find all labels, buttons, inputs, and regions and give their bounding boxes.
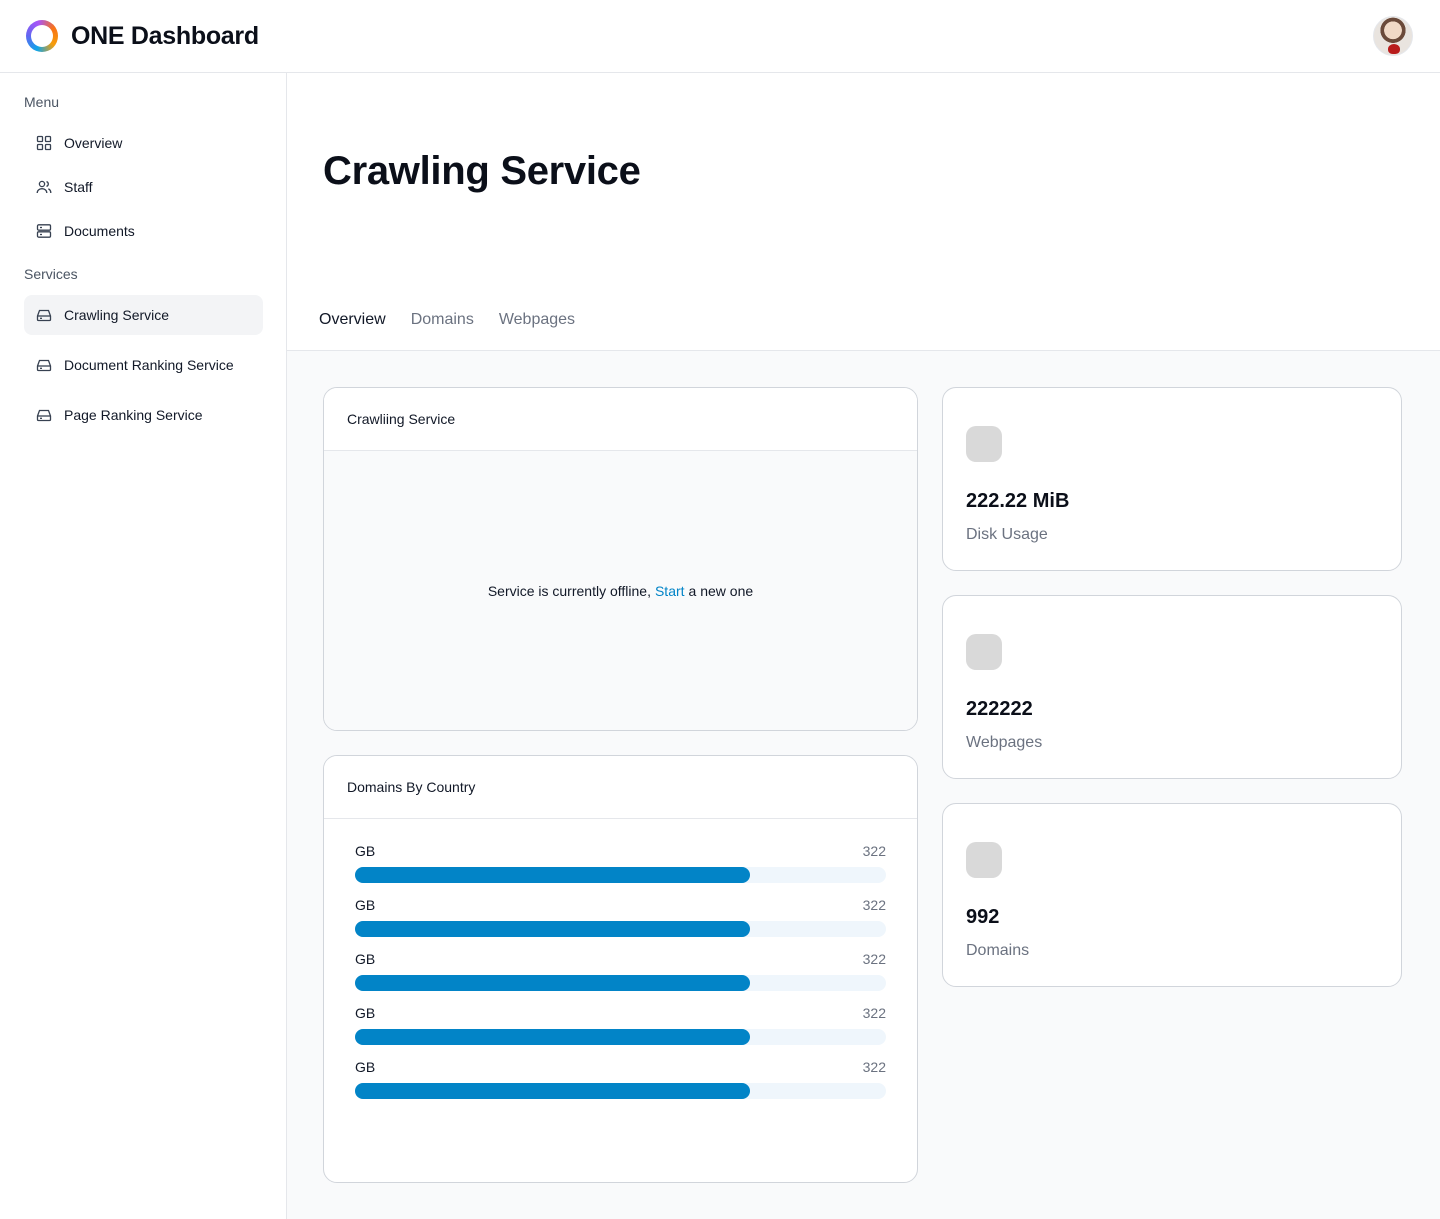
placeholder-icon xyxy=(966,842,1002,878)
country-count: 322 xyxy=(862,951,886,967)
country-bar-list: GB 322 GB 322 GB 322 GB 322 GB 322 xyxy=(324,819,917,1099)
drive-icon xyxy=(36,307,52,323)
app-logo-icon[interactable] xyxy=(26,20,58,52)
sidebar-item-label: Staff xyxy=(64,179,93,195)
country-label: GB xyxy=(355,951,376,967)
domains-by-country-card: Domains By Country GB 322 GB 322 GB 322 … xyxy=(323,755,918,1183)
sidebar-item-staff[interactable]: Staff xyxy=(24,167,263,207)
page-header: Crawling Service Overview Domains Webpag… xyxy=(287,73,1440,351)
sidebar-item-label: Overview xyxy=(64,135,123,151)
server-icon xyxy=(36,223,52,239)
sidebar-item-document-ranking-service[interactable]: Document Ranking Service xyxy=(24,345,263,385)
offline-message-prefix: Service is currently offline, xyxy=(487,582,651,599)
country-bar-row: GB 322 xyxy=(355,897,886,937)
stat-card-webpages: 222222 Webpages xyxy=(942,595,1402,779)
stat-value: 222.22 MiB xyxy=(966,490,1070,512)
main-content: Crawliing Service Service is currently o… xyxy=(287,351,1440,1219)
drive-icon xyxy=(36,407,52,423)
stat-card-disk-usage: 222.22 MiB Disk Usage xyxy=(942,387,1402,571)
country-label: GB xyxy=(355,1059,376,1075)
progress-fill xyxy=(355,975,751,991)
user-avatar[interactable] xyxy=(1373,16,1413,56)
progress-track xyxy=(355,975,886,991)
tab-overview[interactable]: Overview xyxy=(319,311,386,329)
page-title: Crawling Service xyxy=(323,149,641,193)
card-title: Domains By Country xyxy=(324,756,917,819)
stat-label: Webpages xyxy=(966,734,1043,751)
stat-value: 992 xyxy=(966,906,1000,928)
country-count: 322 xyxy=(862,897,886,913)
placeholder-icon xyxy=(966,426,1002,462)
tab-bar: Overview Domains Webpages xyxy=(319,311,600,329)
app-title: ONE Dashboard xyxy=(71,21,259,50)
drive-icon xyxy=(36,357,52,373)
progress-track xyxy=(355,1029,886,1045)
sidebar-item-crawling-service[interactable]: Crawling Service xyxy=(24,295,263,335)
sidebar-item-label: Page Ranking Service xyxy=(64,407,203,423)
tab-webpages[interactable]: Webpages xyxy=(499,311,575,329)
country-bar-row: GB 322 xyxy=(355,1005,886,1045)
grid-icon xyxy=(36,135,52,151)
progress-fill xyxy=(355,1029,751,1045)
country-label: GB xyxy=(355,897,376,913)
stat-label: Disk Usage xyxy=(966,526,1048,543)
users-icon xyxy=(36,179,52,195)
country-bar-row: GB 322 xyxy=(355,843,886,883)
card-title: Crawliing Service xyxy=(324,388,917,451)
sidebar-item-documents[interactable]: Documents xyxy=(24,211,263,251)
offline-message: Service is currently offline, Start a ne… xyxy=(324,451,917,730)
sidebar-item-page-ranking-service[interactable]: Page Ranking Service xyxy=(24,395,263,435)
offline-message-suffix: a new one xyxy=(688,582,754,599)
progress-track xyxy=(355,1083,886,1099)
progress-fill xyxy=(355,921,751,937)
sidebar-item-label: Documents xyxy=(64,223,135,239)
country-label: GB xyxy=(355,843,376,859)
progress-fill xyxy=(355,867,751,883)
sidebar-item-overview[interactable]: Overview xyxy=(24,123,263,163)
progress-track xyxy=(355,921,886,937)
stat-card-domains: 992 Domains xyxy=(942,803,1402,987)
country-bar-row: GB 322 xyxy=(355,1059,886,1099)
tab-domains[interactable]: Domains xyxy=(411,311,474,329)
country-count: 322 xyxy=(862,1005,886,1021)
country-count: 322 xyxy=(862,1059,886,1075)
top-bar: ONE Dashboard xyxy=(0,0,1440,73)
services-section-label: Services xyxy=(24,266,78,282)
sidebar-item-label: Crawling Service xyxy=(64,307,170,323)
stat-value: 222222 xyxy=(966,698,1033,720)
country-bar-row: GB 322 xyxy=(355,951,886,991)
stat-label: Domains xyxy=(966,942,1030,959)
start-service-link[interactable]: Start xyxy=(655,583,685,599)
country-count: 322 xyxy=(862,843,886,859)
progress-fill xyxy=(355,1083,751,1099)
country-label: GB xyxy=(355,1005,376,1021)
sidebar: Menu Overview Staff Documents Services C… xyxy=(0,73,287,1219)
progress-track xyxy=(355,867,886,883)
placeholder-icon xyxy=(966,634,1002,670)
menu-section-label: Menu xyxy=(24,94,60,110)
sidebar-item-label: Document Ranking Service xyxy=(64,357,234,373)
service-status-card: Crawliing Service Service is currently o… xyxy=(323,387,918,731)
